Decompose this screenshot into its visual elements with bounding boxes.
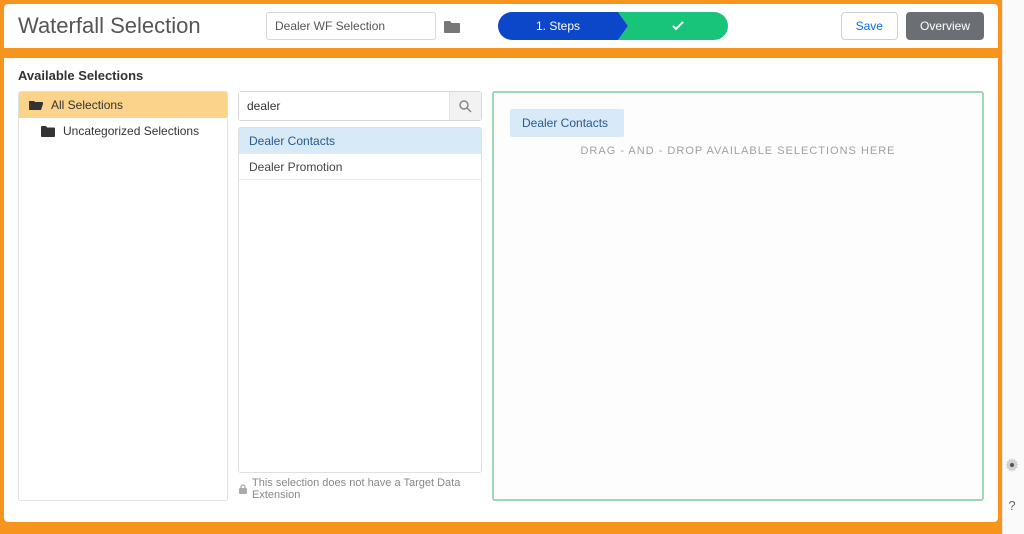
section-title: Available Selections [18,68,984,83]
dropzone[interactable]: Dealer Contacts DRAG - AND - DROP AVAILA… [492,91,984,501]
search-input[interactable] [239,92,449,120]
right-strip: ? [1002,0,1024,534]
footer-hint-row: This selection does not have a Target Da… [238,477,482,501]
footer-hint-text: This selection does not have a Target Da… [252,477,482,501]
list-box: Dealer Contacts Dealer Promotion [238,127,482,473]
search-icon [459,100,472,113]
check-icon [671,19,685,33]
dropzone-chip[interactable]: Dealer Contacts [510,109,624,137]
selection-name-input[interactable] [266,12,436,40]
help-icon: ? [1008,498,1015,513]
tree-item-all-selections[interactable]: All Selections [19,92,227,118]
body-card: Available Selections All Selections Unca… [4,58,998,522]
folder-icon [41,125,55,137]
search-row [238,91,482,121]
name-field-wrap [266,12,460,40]
list-item[interactable]: Dealer Contacts [239,128,481,154]
header-card: Waterfall Selection 1. Steps Save [4,4,998,48]
step-2[interactable] [618,12,728,40]
step-1-label: 1. Steps [536,19,580,33]
save-button[interactable]: Save [841,12,898,40]
tree-panel: All Selections Uncategorized Selections [18,91,228,501]
page-title: Waterfall Selection [18,13,248,39]
settings-button[interactable] [1003,456,1021,474]
step-1[interactable]: 1. Steps [498,12,618,40]
app-frame: Waterfall Selection 1. Steps Save [0,0,1024,534]
gear-icon [1005,458,1019,472]
columns: All Selections Uncategorized Selections [18,91,984,501]
tree-item-label: Uncategorized Selections [63,124,199,138]
help-button[interactable]: ? [1003,496,1021,514]
search-button[interactable] [449,92,481,120]
steps-wrap: 1. Steps [498,12,728,40]
list-panel: Dealer Contacts Dealer Promotion This se… [238,91,482,501]
tree-item-label: All Selections [51,98,123,112]
lock-icon [238,484,248,495]
orange-wrap: Waterfall Selection 1. Steps Save [0,0,1002,534]
dropzone-hint: DRAG - AND - DROP AVAILABLE SELECTIONS H… [510,145,966,157]
folder-icon[interactable] [444,19,460,33]
list-item[interactable]: Dealer Promotion [239,154,481,180]
header-actions: Save Overview [841,12,984,40]
folder-open-icon [29,99,43,111]
tree-item-uncategorized[interactable]: Uncategorized Selections [19,118,227,144]
overview-button[interactable]: Overview [906,12,984,40]
